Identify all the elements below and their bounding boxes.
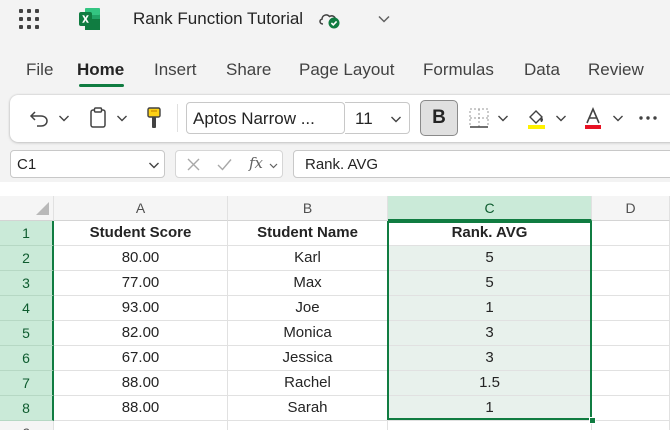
cell-c2[interactable]: 5: [388, 246, 592, 271]
more-options-icon[interactable]: [638, 110, 658, 126]
cell-d1[interactable]: [592, 221, 670, 246]
cell-c1[interactable]: Rank. AVG: [388, 221, 592, 246]
tab-review[interactable]: Review: [588, 60, 644, 80]
paste-dropdown-chevron-icon[interactable]: [116, 112, 128, 124]
name-box[interactable]: C1: [10, 150, 165, 178]
row-header-4[interactable]: 4: [0, 296, 54, 321]
cell-a9[interactable]: [54, 421, 228, 430]
cell-c3[interactable]: 5: [388, 271, 592, 296]
tab-share[interactable]: Share: [226, 60, 271, 80]
column-header-a[interactable]: A: [54, 196, 228, 221]
cloud-saved-icon: [319, 14, 340, 29]
formula-actions: fx: [175, 150, 283, 178]
borders-icon[interactable]: [468, 107, 490, 129]
cell-c8[interactable]: 1: [388, 396, 592, 421]
tab-home[interactable]: Home: [77, 60, 124, 80]
paste-icon[interactable]: [88, 106, 108, 130]
name-box-chevron-icon[interactable]: [148, 159, 160, 171]
excel-logo-icon: [79, 8, 100, 30]
document-title[interactable]: Rank Function Tutorial: [133, 9, 303, 29]
cell-b5[interactable]: Monica: [228, 321, 388, 346]
column-header-d[interactable]: D: [592, 196, 670, 221]
tab-page-layout[interactable]: Page Layout: [299, 60, 394, 80]
cell-d3[interactable]: [592, 271, 670, 296]
cell-a6[interactable]: 67.00: [54, 346, 228, 371]
cell-c4[interactable]: 1: [388, 296, 592, 321]
cell-b3[interactable]: Max: [228, 271, 388, 296]
toolbar-separator: [177, 104, 178, 132]
tab-insert[interactable]: Insert: [154, 60, 197, 80]
undo-dropdown-chevron-icon[interactable]: [58, 112, 70, 124]
cell-d8[interactable]: [592, 396, 670, 421]
cell-b8[interactable]: Sarah: [228, 396, 388, 421]
formula-value: Rank. AVG: [305, 156, 379, 173]
fill-color-icon[interactable]: [525, 106, 547, 130]
font-name-select[interactable]: Aptos Narrow ...: [186, 102, 345, 134]
confirm-icon[interactable]: [216, 157, 233, 172]
column-header-c[interactable]: C: [388, 196, 592, 221]
font-color-icon[interactable]: [583, 106, 603, 130]
cell-a2[interactable]: 80.00: [54, 246, 228, 271]
cell-a8[interactable]: 88.00: [54, 396, 228, 421]
font-color-dropdown-chevron-icon[interactable]: [612, 112, 624, 124]
cell-d2[interactable]: [592, 246, 670, 271]
row-header-6[interactable]: 6: [0, 346, 54, 371]
cell-a7[interactable]: 88.00: [54, 371, 228, 396]
column-header-b[interactable]: B: [228, 196, 388, 221]
undo-icon[interactable]: [28, 107, 50, 129]
row-header-1[interactable]: 1: [0, 221, 54, 246]
tab-data[interactable]: Data: [524, 60, 560, 80]
row-header-2[interactable]: 2: [0, 246, 54, 271]
app-launcher-icon[interactable]: [19, 9, 39, 29]
cell-a5[interactable]: 82.00: [54, 321, 228, 346]
cell-d6[interactable]: [592, 346, 670, 371]
select-all-triangle-icon: [36, 202, 49, 215]
cell-d7[interactable]: [592, 371, 670, 396]
fill-handle[interactable]: [589, 417, 596, 424]
row-header-5[interactable]: 5: [0, 321, 54, 346]
cell-b9[interactable]: [228, 421, 388, 430]
row-header-3[interactable]: 3: [0, 271, 54, 296]
cell-c5[interactable]: 3: [388, 321, 592, 346]
font-size-value: 11: [355, 109, 373, 128]
row-header-9[interactable]: 9: [0, 421, 54, 430]
cell-c9[interactable]: [388, 421, 592, 430]
name-box-value: C1: [17, 156, 37, 173]
borders-dropdown-chevron-icon[interactable]: [497, 112, 509, 124]
fill-color-dropdown-chevron-icon[interactable]: [555, 112, 567, 124]
cell-c6[interactable]: 3: [388, 346, 592, 371]
bold-button[interactable]: B: [420, 100, 458, 136]
insert-function-icon[interactable]: fx: [249, 154, 263, 172]
row-header-7[interactable]: 7: [0, 371, 54, 396]
font-name-value: Aptos Narrow ...: [193, 109, 315, 128]
font-size-select[interactable]: 11: [345, 102, 410, 134]
chevron-down-icon[interactable]: [377, 12, 391, 26]
formula-input[interactable]: Rank. AVG: [293, 150, 670, 178]
active-tab-indicator: [79, 84, 124, 87]
cell-b1[interactable]: Student Name: [228, 221, 388, 246]
fx-chevron-icon[interactable]: [269, 161, 278, 170]
cell-b2[interactable]: Karl: [228, 246, 388, 271]
cell-b6[interactable]: Jessica: [228, 346, 388, 371]
cell-d5[interactable]: [592, 321, 670, 346]
cell-b4[interactable]: Joe: [228, 296, 388, 321]
cell-b7[interactable]: Rachel: [228, 371, 388, 396]
cell-d9[interactable]: [592, 421, 670, 430]
cell-d4[interactable]: [592, 296, 670, 321]
format-painter-icon[interactable]: [145, 106, 163, 130]
cell-a3[interactable]: 77.00: [54, 271, 228, 296]
cell-a1[interactable]: Student Score: [54, 221, 228, 246]
font-size-chevron-icon[interactable]: [390, 113, 402, 125]
cell-c7[interactable]: 1.5: [388, 371, 592, 396]
tab-formulas[interactable]: Formulas: [423, 60, 494, 80]
row-header-8[interactable]: 8: [0, 396, 54, 421]
cancel-icon[interactable]: [186, 157, 201, 172]
tab-file[interactable]: File: [26, 60, 53, 80]
cell-a4[interactable]: 93.00: [54, 296, 228, 321]
